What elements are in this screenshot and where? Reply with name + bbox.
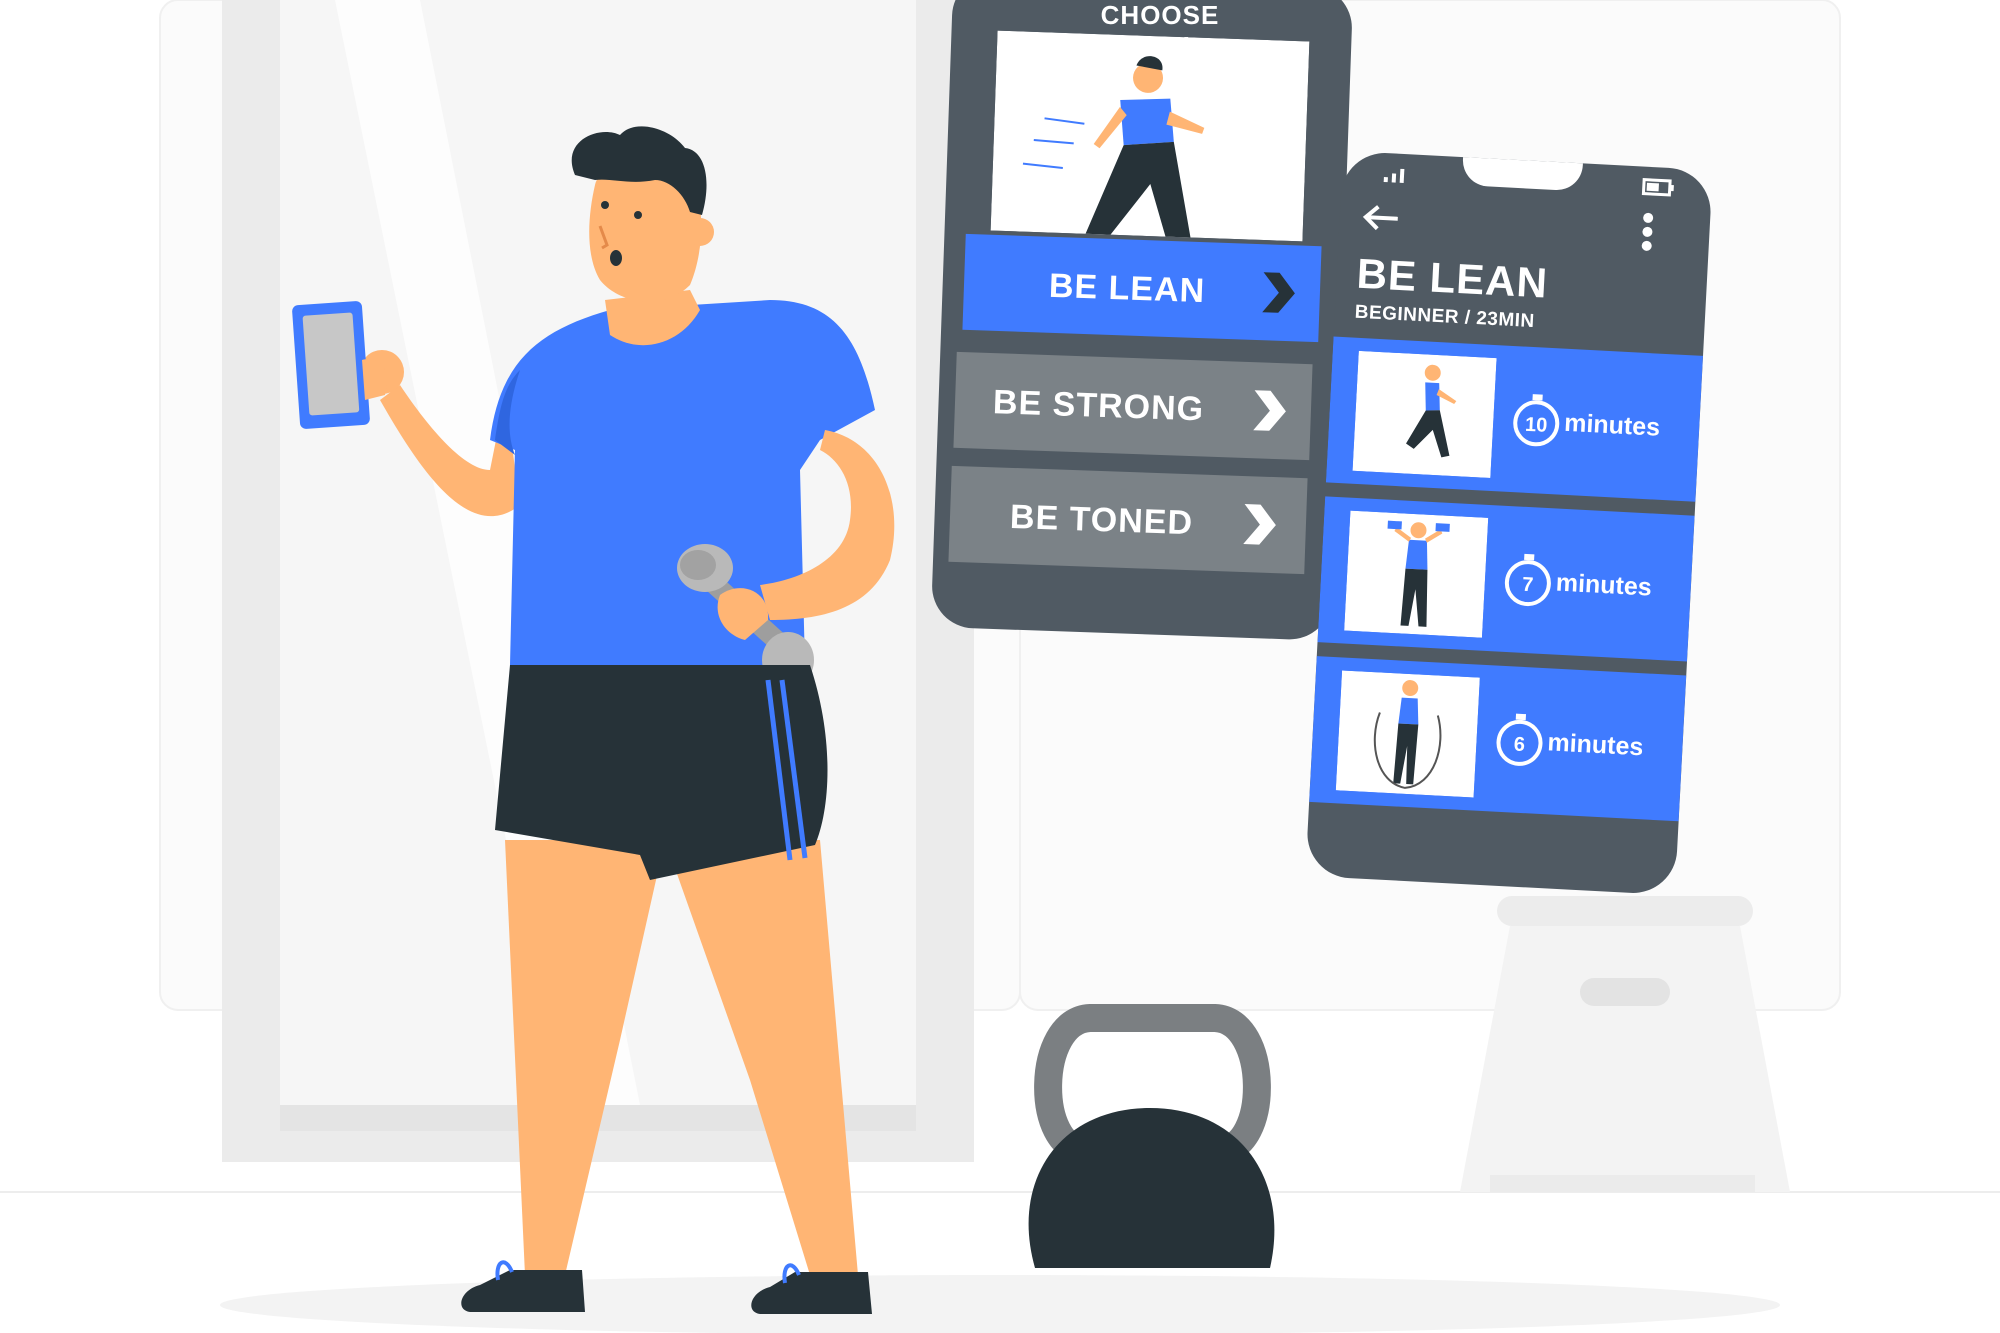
dumbbell-press-figure-thumb — [1344, 510, 1489, 638]
workout-subtitle: BEGINNER / 23MIN — [1354, 301, 1536, 333]
exercise-minutes-label: minutes — [1546, 728, 1645, 762]
workout-phone: BE LEAN BEGINNER / 23MIN 10 minutes 7 mi… — [1305, 150, 1713, 896]
man-legs — [505, 840, 665, 1275]
svg-text:7: 7 — [1522, 574, 1534, 597]
chevron-right-icon — [1253, 390, 1286, 431]
signal-icon — [1383, 168, 1405, 184]
chevron-right-icon — [1262, 272, 1295, 313]
exercise-minutes-label: minutes — [1563, 408, 1661, 442]
battery-icon — [1641, 178, 1674, 197]
svg-text:6: 6 — [1513, 734, 1525, 757]
stopwatch-icon: 10 — [1513, 394, 1560, 447]
goal-option-be-toned[interactable]: BE TONED — [948, 465, 1308, 575]
shoe-left — [461, 1270, 585, 1312]
stopwatch-icon: 6 — [1496, 713, 1543, 766]
goal-option-label: BE STRONG — [992, 383, 1205, 429]
jump-rope-figure-thumb — [1335, 670, 1480, 798]
kebab-menu-icon[interactable] — [1638, 211, 1656, 252]
exercise-row-2[interactable]: 7 minutes — [1317, 496, 1695, 662]
running-figure-thumb — [1352, 350, 1497, 478]
workout-title: BE LEAN — [1355, 249, 1550, 307]
goal-option-be-strong[interactable]: BE STRONG — [953, 351, 1313, 461]
exercise-row-1[interactable]: 10 minutes — [1325, 336, 1704, 502]
goal-option-label: BE TONED — [1009, 497, 1194, 543]
goal-option-be-lean[interactable]: BE LEAN — [962, 233, 1322, 343]
exercise-minutes-label: minutes — [1555, 568, 1653, 602]
shoe-right — [751, 1272, 872, 1314]
stopwatch-icon: 7 — [1504, 553, 1551, 607]
goal-hero-image — [990, 30, 1310, 242]
exercise-row-3[interactable]: 6 minutes — [1309, 656, 1687, 822]
goal-option-label: BE LEAN — [1048, 266, 1206, 311]
svg-text:10: 10 — [1524, 414, 1547, 437]
arrow-left-icon[interactable] — [1361, 202, 1403, 234]
chevron-right-icon — [1243, 504, 1276, 545]
